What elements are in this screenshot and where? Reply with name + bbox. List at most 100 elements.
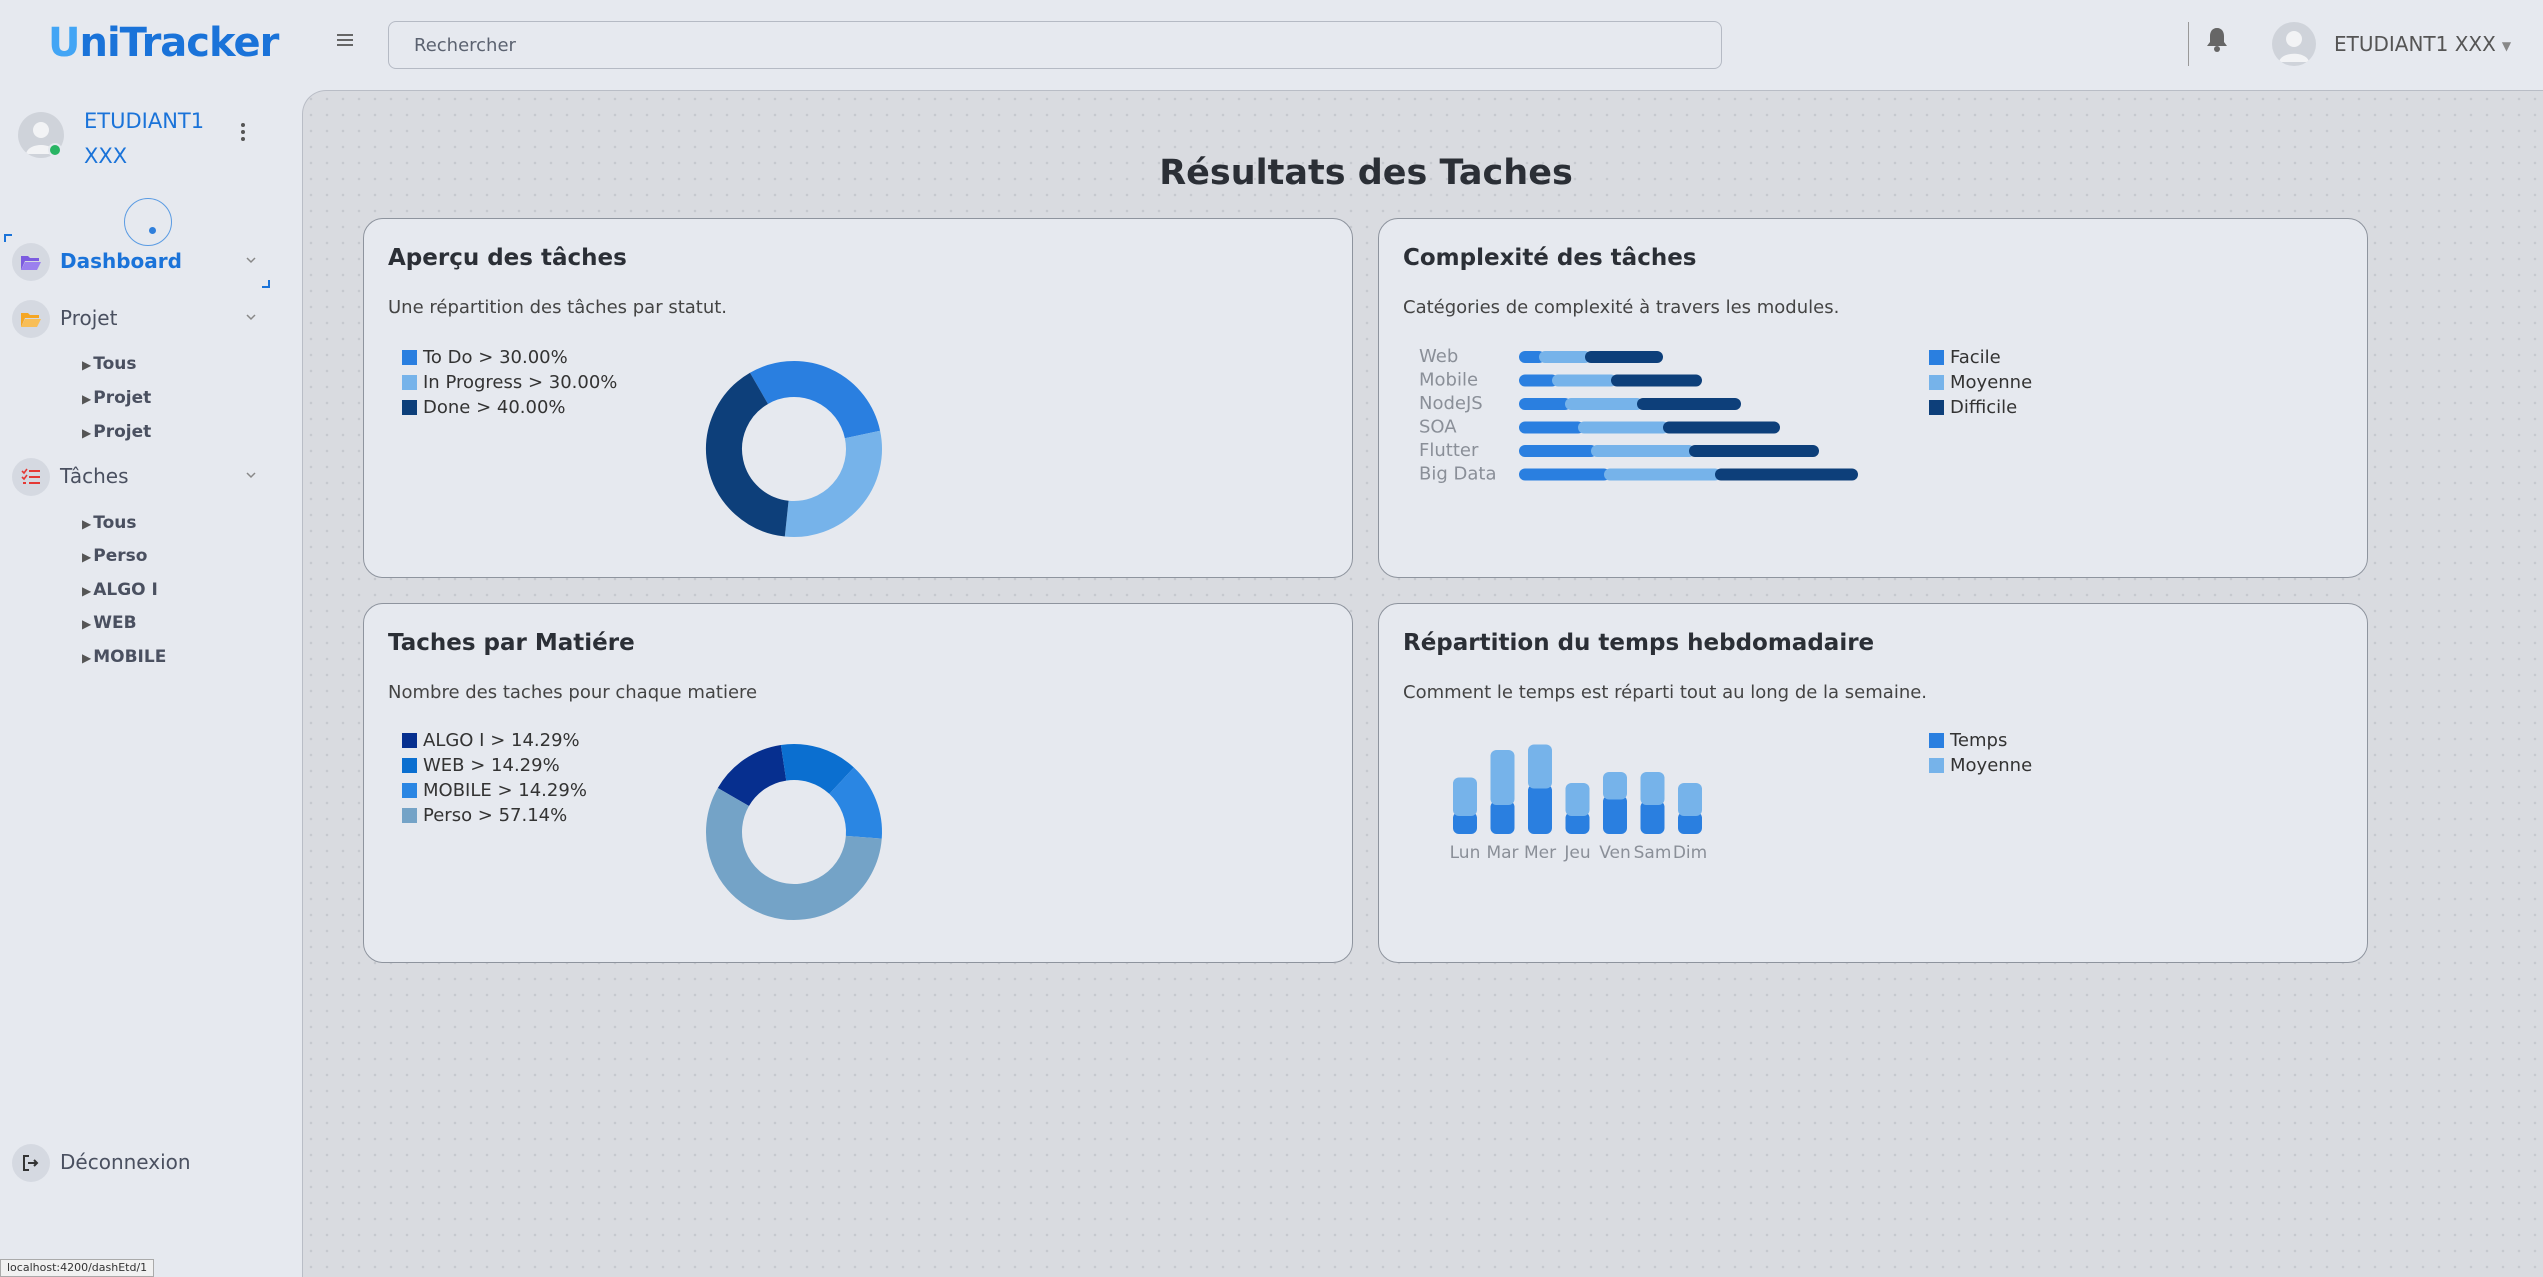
bar-lun-moyenne[interactable] [1453,777,1477,817]
legend-item-moyenne[interactable]: Moyenne [1929,753,2032,778]
bar-nodejs-difficile[interactable] [1637,398,1741,410]
bar-web-moyenne[interactable] [1539,351,1591,363]
logout-label: Déconnexion [60,1150,191,1174]
bar-sam-moyenne[interactable] [1640,772,1665,805]
legend-swatch [402,350,417,365]
legend-label: Moyenne [1950,755,2033,776]
bar-sam-temps[interactable] [1640,801,1665,834]
axis-label-jeu: Jeu [1563,843,1590,863]
legend-swatch [1929,733,1944,748]
legend-item-in-progress[interactable]: In Progress > 30.00% [402,370,617,395]
bar-mer-moyenne[interactable] [1528,744,1552,789]
caret-right-icon: ▶ [82,426,92,440]
more-vertical-icon[interactable] [240,122,246,147]
bell-icon[interactable] [2206,26,2236,58]
bar-nodejs-moyenne[interactable] [1565,398,1643,410]
legend-label: WEB > 14.29% [423,755,560,776]
sidebar-subitem-projet-1[interactable]: ▶ Projet [82,388,151,408]
bar-flutter-moyenne[interactable] [1591,445,1695,457]
logo-text: niTracker [79,20,279,66]
search-input[interactable] [388,21,1722,69]
donut-slice-in-progress[interactable] [784,430,882,537]
legend-item-moyenne[interactable]: Moyenne [1929,370,2032,395]
bar-mer-temps[interactable] [1528,784,1552,835]
legend-item-to-do[interactable]: To Do > 30.00% [402,345,617,370]
bar-big-data-facile[interactable] [1519,468,1610,481]
legend-item-algo-i[interactable]: ALGO I > 14.29% [402,728,587,753]
axis-label-mer: Mer [1524,843,1556,863]
legend-item-perso[interactable]: Perso > 57.14% [402,803,587,828]
legend-item-web[interactable]: WEB > 14.29% [402,753,587,778]
axis-label-web: Web [1419,346,1458,367]
bar-flutter-difficile[interactable] [1689,445,1819,457]
donut-slice-web[interactable] [780,744,854,795]
sidebar-item-projet[interactable]: Projet [12,300,272,340]
sidebar-subitem-taches-algo[interactable]: ▶ ALGO I [82,580,158,600]
bar-nodejs-facile[interactable] [1519,398,1571,410]
legend-item-mobile[interactable]: MOBILE > 14.29% [402,778,587,803]
hamburger-menu-icon[interactable] [330,26,360,56]
folder-open-icon [12,300,50,338]
bar-big-data-difficile[interactable] [1715,468,1858,481]
legend-swatch [402,733,417,748]
main-content: Résultats des Taches Aperçu des tâches U… [302,90,2543,1277]
sidebar-subitem-projet-2[interactable]: ▶ Projet [82,422,151,442]
bar-mobile-difficile[interactable] [1611,374,1702,387]
card-title: Aperçu des tâches [388,245,627,271]
bar-mar-temps[interactable] [1490,801,1515,834]
card-complexite-taches: Complexité des tâches Catégories de comp… [1378,218,2368,578]
bar-soa-moyenne[interactable] [1578,421,1669,434]
sidebar-subitem-taches-perso[interactable]: ▶ Perso [82,546,147,566]
bar-mar-moyenne[interactable] [1490,750,1515,805]
sidebar-subitem-taches-web[interactable]: ▶ WEB [82,613,137,633]
bar-big-data-moyenne[interactable] [1604,468,1721,481]
bar-soa-facile[interactable] [1519,421,1584,434]
bar-ven-moyenne[interactable] [1603,772,1627,800]
donut-slice-done[interactable] [706,372,790,537]
logout-button[interactable]: Déconnexion [12,1144,272,1184]
sidebar-subitem-taches-mobile[interactable]: ▶ MOBILE [82,647,166,667]
card-subtitle: Nombre des taches pour chaque matiere [388,682,758,703]
axis-label-mobile: Mobile [1419,370,1478,391]
legend-label: MOBILE > 14.29% [423,780,587,801]
sidebar-subitem-taches-tous[interactable]: ▶ Tous [82,513,136,533]
sidebar-user-line2: XXX [84,144,128,168]
app-logo[interactable]: UniTracker [48,20,279,66]
donut-slice-mobile[interactable] [828,767,882,839]
axis-label-lun: Lun [1450,843,1481,863]
card-taches-matiere: Taches par Matiére Nombre des taches pou… [363,603,1353,963]
legend-label: Done > 40.00% [423,397,566,418]
bar-soa-difficile[interactable] [1663,421,1780,434]
legend-item-temps[interactable]: Temps [1929,728,2032,753]
donut-slice-algo-i[interactable] [717,744,788,807]
legend-label: In Progress > 30.00% [423,372,618,393]
bar-ven-temps[interactable] [1603,795,1627,835]
legend-swatch [402,808,417,823]
donut-slice-to-do[interactable] [750,361,881,439]
header-avatar[interactable] [2272,22,2316,66]
legend-item-done[interactable]: Done > 40.00% [402,395,617,420]
axis-label-big-data: Big Data [1419,464,1496,485]
header-user-menu[interactable]: ETUDIANT1 XXX ▼ [2334,32,2511,56]
bar-flutter-facile[interactable] [1519,445,1597,457]
chevron-down-icon [246,472,256,479]
sidebar-item-label: Dashboard [60,249,182,273]
bar-jeu-moyenne[interactable] [1565,783,1590,816]
legend-label: Temps [1950,730,2008,751]
chevron-down-icon [246,257,256,264]
sidebar-item-dashboard[interactable]: Dashboard [12,243,272,283]
sidebar-item-taches[interactable]: Tâches [12,458,272,498]
sidebar-subitem-label: ALGO I [93,580,158,600]
chart-legend: Facile Moyenne Difficile [1929,345,2032,420]
chevron-down-icon [246,314,256,321]
sidebar-subitem-label: WEB [93,613,137,633]
legend-item-facile[interactable]: Facile [1929,345,2032,370]
legend-item-difficile[interactable]: Difficile [1929,395,2032,420]
sidebar-subitem-label: MOBILE [93,647,167,667]
sidebar-subitem-projet-tous[interactable]: ▶ Tous [82,354,136,374]
bar-mobile-moyenne[interactable] [1552,374,1617,387]
card-title: Répartition du temps hebdomadaire [1403,630,1875,656]
bar-web-difficile[interactable] [1585,351,1663,363]
axis-label-flutter: Flutter [1419,440,1479,461]
bar-dim-moyenne[interactable] [1678,783,1702,816]
